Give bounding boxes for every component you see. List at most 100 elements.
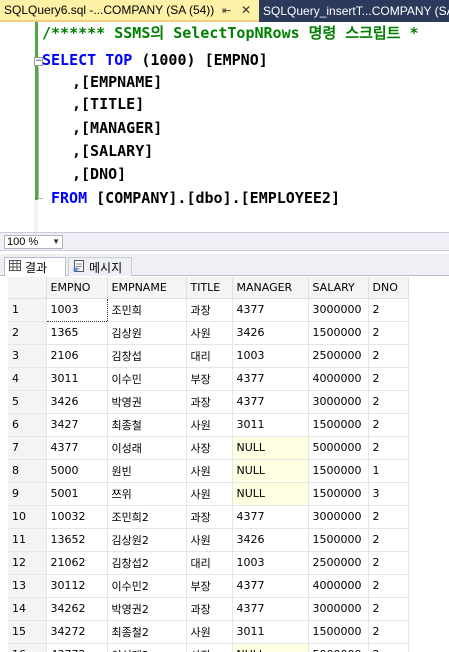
cell-dno[interactable]: 3 xyxy=(368,482,409,506)
cell-empno[interactable]: 5001 xyxy=(46,482,108,506)
cell-empname[interactable]: 이수민 xyxy=(107,367,187,391)
cell-dno[interactable]: 2 xyxy=(368,390,409,414)
cell-dno[interactable]: 1 xyxy=(368,459,409,483)
cell-dno[interactable]: 2 xyxy=(368,298,409,322)
cell-empno[interactable]: 1365 xyxy=(46,321,108,345)
cell-manager[interactable]: 1003 xyxy=(232,551,309,575)
row-number[interactable]: 14 xyxy=(8,597,47,621)
cell-manager[interactable]: 3426 xyxy=(232,528,309,552)
cell-empno[interactable]: 34272 xyxy=(46,620,108,644)
cell-title[interactable]: 사원 xyxy=(186,620,233,644)
cell-manager[interactable]: NULL xyxy=(232,459,309,483)
cell-salary[interactable]: 4000000 xyxy=(308,574,369,598)
cell-title[interactable]: 사원 xyxy=(186,528,233,552)
cell-empno[interactable]: 10032 xyxy=(46,505,108,529)
table-row[interactable]: 9 5001 쯔위 사원 NULL 1500000 3 xyxy=(8,482,409,506)
table-row[interactable]: 7 4377 이성래 사장 NULL 5000000 2 xyxy=(8,436,409,460)
cell-empno[interactable]: 1003 xyxy=(45,297,108,322)
cell-dno[interactable]: 2 xyxy=(368,436,409,460)
cell-title[interactable]: 과장 xyxy=(186,298,233,322)
cell-title[interactable]: 대리 xyxy=(186,551,233,575)
column-header-empno[interactable]: EMPNO xyxy=(46,277,108,299)
column-header-dno[interactable]: DNO xyxy=(368,277,409,299)
table-row[interactable]: 11 13652 김상원2 사원 3426 1500000 2 xyxy=(8,528,409,552)
table-row[interactable]: 2 1365 김상원 사원 3426 1500000 2 xyxy=(8,321,409,345)
cell-title[interactable]: 부장 xyxy=(186,574,233,598)
row-number[interactable]: 7 xyxy=(8,436,47,460)
cell-empno[interactable]: 4377 xyxy=(46,436,108,460)
cell-title[interactable]: 과장 xyxy=(186,390,233,414)
table-row[interactable]: 12 21062 김창섭2 대리 1003 2500000 2 xyxy=(8,551,409,575)
row-number[interactable]: 10 xyxy=(8,505,47,529)
row-number[interactable]: 4 xyxy=(8,367,47,391)
row-number[interactable]: 3 xyxy=(8,344,47,368)
cell-dno[interactable]: 2 xyxy=(368,597,409,621)
row-number[interactable]: 8 xyxy=(8,459,47,483)
cell-empname[interactable]: 박영권2 xyxy=(107,597,187,621)
table-row[interactable]: 1643772이성래2사장NULL50000002 xyxy=(8,643,409,652)
cell-manager[interactable]: NULL xyxy=(232,436,309,460)
cell-salary[interactable]: 1500000 xyxy=(308,528,369,552)
cell-dno[interactable]: 2 xyxy=(368,574,409,598)
tab-sqlquery-insert[interactable]: SQLQuery_insertT...COMPANY (SA xyxy=(263,0,449,22)
cell-manager[interactable]: 4377 xyxy=(232,574,309,598)
cell-manager[interactable]: 4377 xyxy=(232,597,309,621)
cell-title[interactable]: 사원 xyxy=(186,321,233,345)
cell-empno[interactable]: 3427 xyxy=(46,413,108,437)
cell-empname[interactable]: 박영권 xyxy=(107,390,187,414)
column-header-manager[interactable]: MANAGER xyxy=(232,277,309,299)
cell-dno[interactable]: 2 xyxy=(368,413,409,437)
cell-empname[interactable]: 이성래 xyxy=(107,436,187,460)
table-row[interactable]: 6 3427 최종철 사원 3011 1500000 2 xyxy=(8,413,409,437)
cell-dno[interactable]: 2 xyxy=(368,643,409,652)
cell-empname[interactable]: 원빈 xyxy=(107,459,187,483)
cell-salary[interactable]: 5000000 xyxy=(308,643,369,652)
table-row[interactable]: 13 30112 이수민2 부장 4377 4000000 2 xyxy=(8,574,409,598)
query-editor[interactable]: − /****** SSMS의 SelectTopNRows 명령 스크립트 *… xyxy=(0,22,449,232)
cell-salary[interactable]: 3000000 xyxy=(308,390,369,414)
table-row[interactable]: 15 34272 최종철2 사원 3011 1500000 2 xyxy=(8,620,409,644)
column-header-salary[interactable]: SALARY xyxy=(308,277,369,299)
cell-salary[interactable]: 1500000 xyxy=(308,620,369,644)
cell-dno[interactable]: 2 xyxy=(368,528,409,552)
cell-salary[interactable]: 3000000 xyxy=(308,597,369,621)
tab-messages[interactable]: 메시지 xyxy=(68,257,132,276)
cell-empname[interactable]: 최종철 xyxy=(107,413,187,437)
column-header-title[interactable]: TITLE xyxy=(186,277,233,299)
cell-title[interactable]: 과장 xyxy=(186,505,233,529)
cell-manager[interactable]: 4377 xyxy=(232,367,309,391)
cell-empname[interactable]: 김창섭 xyxy=(107,344,187,368)
cell-dno[interactable]: 2 xyxy=(368,551,409,575)
cell-dno[interactable]: 2 xyxy=(368,620,409,644)
cell-title[interactable]: 과장 xyxy=(186,597,233,621)
cell-manager[interactable]: 4377 xyxy=(232,390,309,414)
cell-empname[interactable]: 조민희 xyxy=(107,298,187,322)
row-number[interactable]: 16 xyxy=(8,643,47,652)
column-header-empname[interactable]: EMPNAME xyxy=(107,277,187,299)
cell-title[interactable]: 부장 xyxy=(186,367,233,391)
cell-empno[interactable]: 43772 xyxy=(46,643,108,652)
cell-title[interactable]: 사원 xyxy=(186,413,233,437)
cell-empno[interactable]: 5000 xyxy=(46,459,108,483)
cell-empname[interactable]: 김창섭2 xyxy=(107,551,187,575)
row-number[interactable]: 6 xyxy=(8,413,47,437)
cell-title[interactable]: 사장 xyxy=(186,643,233,652)
cell-title[interactable]: 사원 xyxy=(186,482,233,506)
cell-title[interactable]: 대리 xyxy=(186,344,233,368)
cell-manager[interactable]: 4377 xyxy=(232,298,309,322)
table-row[interactable]: 5 3426 박영권 과장 4377 3000000 2 xyxy=(8,390,409,414)
cell-manager[interactable]: 1003 xyxy=(232,344,309,368)
cell-empname[interactable]: 김상원2 xyxy=(107,528,187,552)
chevron-down-icon[interactable]: ▼ xyxy=(52,236,60,248)
cell-empno[interactable]: 3426 xyxy=(46,390,108,414)
cell-salary[interactable]: 1500000 xyxy=(308,321,369,345)
pin-icon[interactable]: ⇤ xyxy=(222,4,231,17)
cell-empno[interactable]: 21062 xyxy=(46,551,108,575)
row-number[interactable]: 12 xyxy=(8,551,47,575)
zoom-select[interactable]: 100 % ▼ xyxy=(4,235,63,249)
cell-manager[interactable]: 3426 xyxy=(232,321,309,345)
cell-manager[interactable]: 4377 xyxy=(232,505,309,529)
table-row[interactable]: 10 10032 조민희2 과장 4377 3000000 2 xyxy=(8,505,409,529)
cell-empname[interactable]: 이성래2 xyxy=(107,643,187,652)
cell-salary[interactable]: 3000000 xyxy=(308,298,369,322)
